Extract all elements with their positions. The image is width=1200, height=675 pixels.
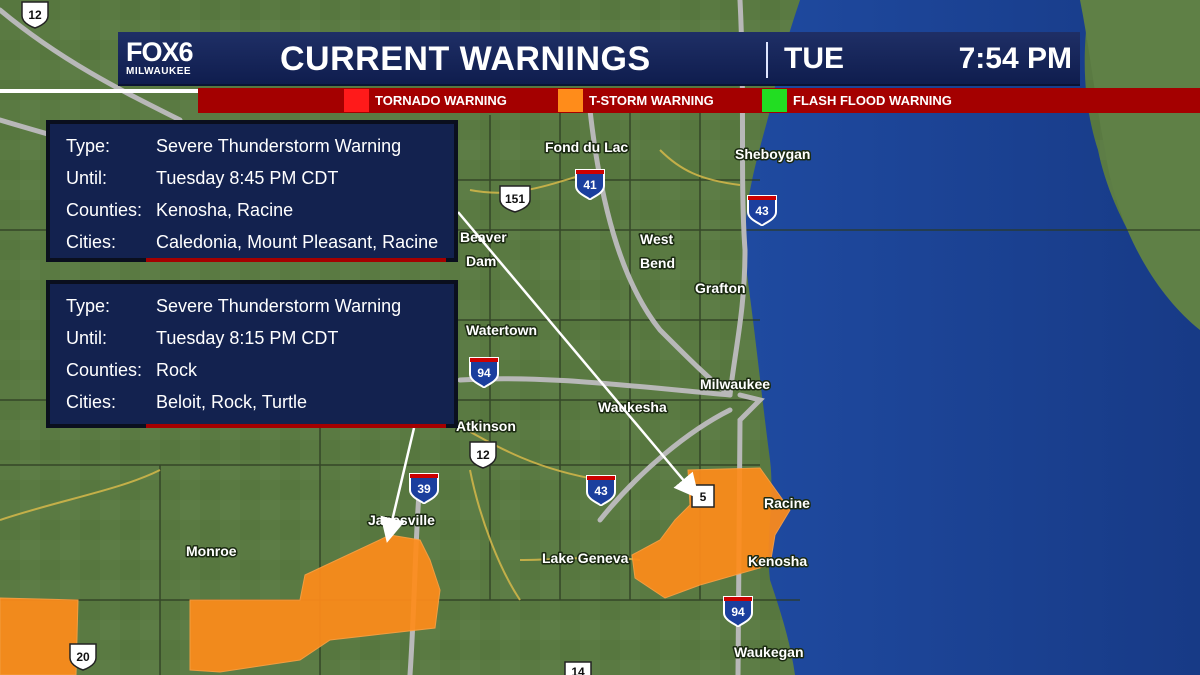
header-accent-line — [0, 89, 198, 93]
logo-main: FOX6 — [126, 37, 194, 67]
svg-text:39: 39 — [417, 482, 431, 496]
day-label: TUE — [784, 42, 844, 75]
logo-sub: MILWAUKEE — [126, 66, 192, 77]
counties-value: Rock — [156, 359, 198, 380]
warning-card-1: Type: Severe Thunderstorm Warning Until:… — [46, 120, 458, 262]
city-racine: Racine — [764, 495, 810, 511]
us12-shield: 12 — [21, 1, 49, 29]
type-label: Type: — [66, 295, 111, 316]
legend-label-flash-flood: FLASH FLOOD WARNING — [793, 93, 952, 108]
cities-label: Cities: — [66, 231, 117, 252]
city-sheboygan: Sheboygan — [735, 146, 810, 162]
warning-row-cities: Cities: Caledonia, Mount Pleasant, Racin… — [66, 226, 454, 258]
type-value: Severe Thunderstorm Warning — [156, 135, 402, 156]
city-kenosha: Kenosha — [748, 553, 807, 569]
until-value: Tuesday 8:45 PM CDT — [156, 167, 339, 188]
svg-text:94: 94 — [477, 366, 491, 380]
svg-text:94: 94 — [731, 605, 745, 619]
cities-label: Cities: — [66, 391, 117, 412]
legend-flash-flood: FLASH FLOOD WARNING — [762, 88, 952, 113]
station-logo: FOX6 MILWAUKEE — [126, 38, 218, 77]
warning-card-2: Type: Severe Thunderstorm Warning Until:… — [46, 280, 458, 428]
warning-row-counties: Counties: Rock — [66, 354, 454, 386]
card-accent-bar — [146, 424, 446, 428]
city-waukegan: Waukegan — [734, 644, 804, 660]
until-label: Until: — [66, 327, 108, 348]
city-waukesha: Waukesha — [598, 399, 667, 415]
city-monroe: Monroe — [186, 543, 237, 559]
warning-row-until: Until: Tuesday 8:15 PM CDT — [66, 322, 454, 354]
until-value: Tuesday 8:15 PM CDT — [156, 327, 339, 348]
city-janesville: Janesville — [368, 512, 435, 528]
us20-shield: 20 — [69, 643, 97, 671]
time-label: 7:54 PM — [958, 42, 1072, 75]
type-value: Severe Thunderstorm Warning — [156, 295, 402, 316]
us12-shield: 12 — [469, 441, 497, 469]
legend-swatch-flash-flood — [762, 89, 787, 112]
svg-text:41: 41 — [583, 178, 597, 192]
warning-row-type: Type: Severe Thunderstorm Warning — [66, 130, 454, 162]
warning-row-counties: Counties: Kenosha, Racine — [66, 194, 454, 226]
legend-tstorm: T-STORM WARNING — [558, 88, 714, 113]
legend-swatch-tstorm — [558, 89, 583, 112]
us14-shield: 14 — [564, 661, 592, 675]
svg-text:5: 5 — [700, 490, 707, 504]
city-west-bend-line2: Bend — [640, 255, 675, 271]
header-divider — [766, 42, 768, 78]
svg-text:43: 43 — [755, 204, 769, 218]
city-west-bend-line1: West — [640, 231, 674, 247]
counties-label: Counties: — [66, 359, 143, 380]
counties-value: Kenosha, Racine — [156, 199, 294, 220]
svg-text:43: 43 — [594, 484, 608, 498]
city-beaver-dam-line2: Dam — [466, 253, 496, 269]
type-label: Type: — [66, 135, 111, 156]
svg-text:20: 20 — [76, 650, 90, 664]
svg-text:151: 151 — [505, 192, 525, 206]
warning-row-until: Until: Tuesday 8:45 PM CDT — [66, 162, 454, 194]
legend-tornado: TORNADO WARNING — [344, 88, 507, 113]
svg-text:12: 12 — [28, 8, 42, 22]
legend-label-tornado: TORNADO WARNING — [375, 93, 507, 108]
city-grafton: Grafton — [695, 280, 746, 296]
legend-label-tstorm: T-STORM WARNING — [589, 93, 714, 108]
warning-row-cities: Cities: Beloit, Rock, Turtle — [66, 386, 454, 418]
warning-row-type: Type: Severe Thunderstorm Warning — [66, 290, 454, 322]
city-milwaukee: Milwaukee — [700, 376, 770, 392]
svg-text:12: 12 — [476, 448, 490, 462]
cities-value: Caledonia, Mount Pleasant, Racine — [156, 231, 439, 252]
until-label: Until: — [66, 167, 108, 188]
city-atkinson: Atkinson — [456, 418, 516, 434]
card-accent-bar — [146, 258, 446, 262]
header-bar: FOX6 MILWAUKEE CURRENT WARNINGS TUE 7:54… — [118, 32, 1080, 86]
warning-legend: TORNADO WARNING T-STORM WARNING FLASH FL… — [198, 88, 1200, 113]
city-lake-geneva: Lake Geneva — [542, 550, 629, 566]
page-title: CURRENT WARNINGS — [280, 40, 651, 78]
city-watertown: Watertown — [466, 322, 537, 338]
route-5-shield: 5 — [691, 484, 715, 508]
counties-label: Counties: — [66, 199, 143, 220]
city-fond-du-lac: Fond du Lac — [545, 139, 628, 155]
svg-text:14: 14 — [571, 665, 585, 675]
legend-swatch-tornado — [344, 89, 369, 112]
cities-value: Beloit, Rock, Turtle — [156, 391, 308, 412]
